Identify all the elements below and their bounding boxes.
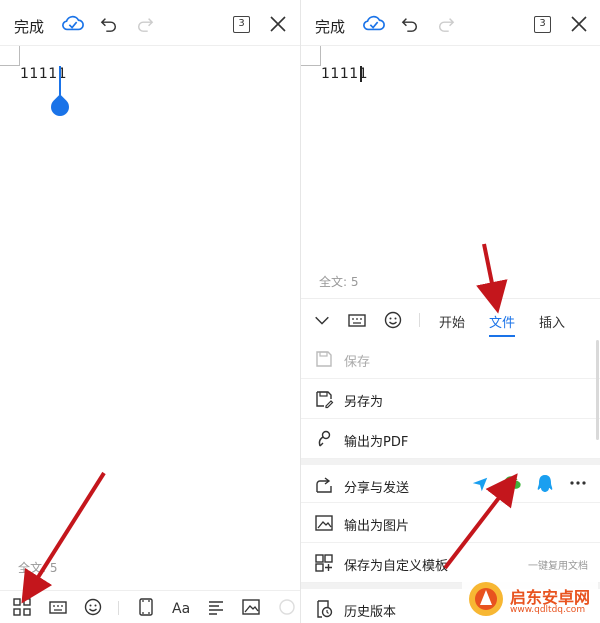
save-icon [316,351,332,367]
close-icon[interactable] [268,14,288,34]
font-style-icon[interactable]: Aa [171,597,191,617]
menu-export-pdf[interactable]: 输出为PDF [301,419,600,459]
more-options-icon[interactable] [569,479,587,487]
tab-start[interactable]: 开始 [439,312,465,331]
share-icon [316,477,332,493]
page-layout-icon[interactable] [136,597,156,617]
tool-tabs-bar: 开始 文件 插入 [301,298,600,340]
menu-save[interactable]: 保存 [301,339,600,379]
menu-export-image[interactable]: 输出为图片 [301,503,600,543]
page-count-badge[interactable]: 3 [534,16,551,33]
undo-icon[interactable] [401,15,419,33]
page-corner-mark [301,46,321,66]
menu-save-as[interactable]: 另存为 [301,379,600,419]
page-corner-mark [0,46,20,66]
watermark-url: www.qdltdq.com [510,605,586,615]
menu-export-pdf-label: 输出为PDF [344,435,409,450]
wechat-icon[interactable] [503,474,523,492]
page-count-badge[interactable]: 3 [233,16,250,33]
redo-icon[interactable] [437,15,455,33]
menu-scrollbar[interactable] [596,340,599,440]
close-icon[interactable] [569,14,589,34]
redo-icon[interactable] [136,15,154,33]
menu-share-send-label: 分享与发送 [344,481,410,496]
tab-insert[interactable]: 插入 [539,312,565,331]
qq-icon[interactable] [537,474,553,494]
active-tab-underline [489,335,515,337]
tab-file[interactable]: 文件 [489,312,515,331]
menu-history-label: 历史版本 [344,605,397,620]
undo-icon[interactable] [100,15,118,33]
template-icon [315,554,333,572]
emoji-icon[interactable] [83,597,103,617]
menu-save-label: 保存 [344,355,371,370]
menu-export-image-label: 输出为图片 [344,519,410,534]
right-editor-pane: 完成 3 11111 全文: 5 开始 文件 插入 保存 另存为 输出为PDF … [301,0,600,623]
cloud-sync-icon[interactable] [62,14,84,32]
pdf-icon [318,430,331,447]
svg-text:Aa: Aa [172,601,190,617]
menu-save-template[interactable]: 保存为自定义模板 一键复用文档 [301,543,600,583]
apps-grid-icon[interactable] [12,597,32,617]
top-bar: 完成 3 [0,0,300,46]
more-tools-icon[interactable] [277,597,297,617]
chevron-down-icon[interactable] [313,311,331,329]
send-plane-icon[interactable] [471,475,489,493]
image-icon [315,515,333,531]
done-button[interactable]: 完成 [315,16,345,37]
menu-save-as-label: 另存为 [344,395,384,410]
image-icon[interactable] [241,597,261,617]
toolbar-separator [419,313,420,327]
top-bar: 完成 3 [301,0,600,46]
toolbar-separator [118,601,119,615]
text-caret [360,66,362,82]
menu-share-send[interactable]: 分享与发送 [301,465,600,503]
save-as-icon [316,391,334,409]
align-left-icon[interactable] [206,597,226,617]
keyboard-icon[interactable] [48,597,68,617]
left-editor-pane: 完成 3 11111 全文: 5 Aa [0,0,300,623]
menu-save-template-label: 保存为自定义模板 [344,559,449,574]
emoji-icon[interactable] [383,310,403,330]
menu-save-template-hint: 一键复用文档 [528,561,588,572]
history-icon [317,600,333,618]
word-count: 全文: 5 [319,275,359,289]
bottom-toolbar: Aa [0,590,300,623]
cloud-sync-icon[interactable] [363,14,385,32]
word-count: 全文: 5 [18,561,58,575]
keyboard-icon[interactable] [347,310,367,330]
done-button[interactable]: 完成 [14,16,44,37]
caret-handle[interactable] [47,94,73,120]
